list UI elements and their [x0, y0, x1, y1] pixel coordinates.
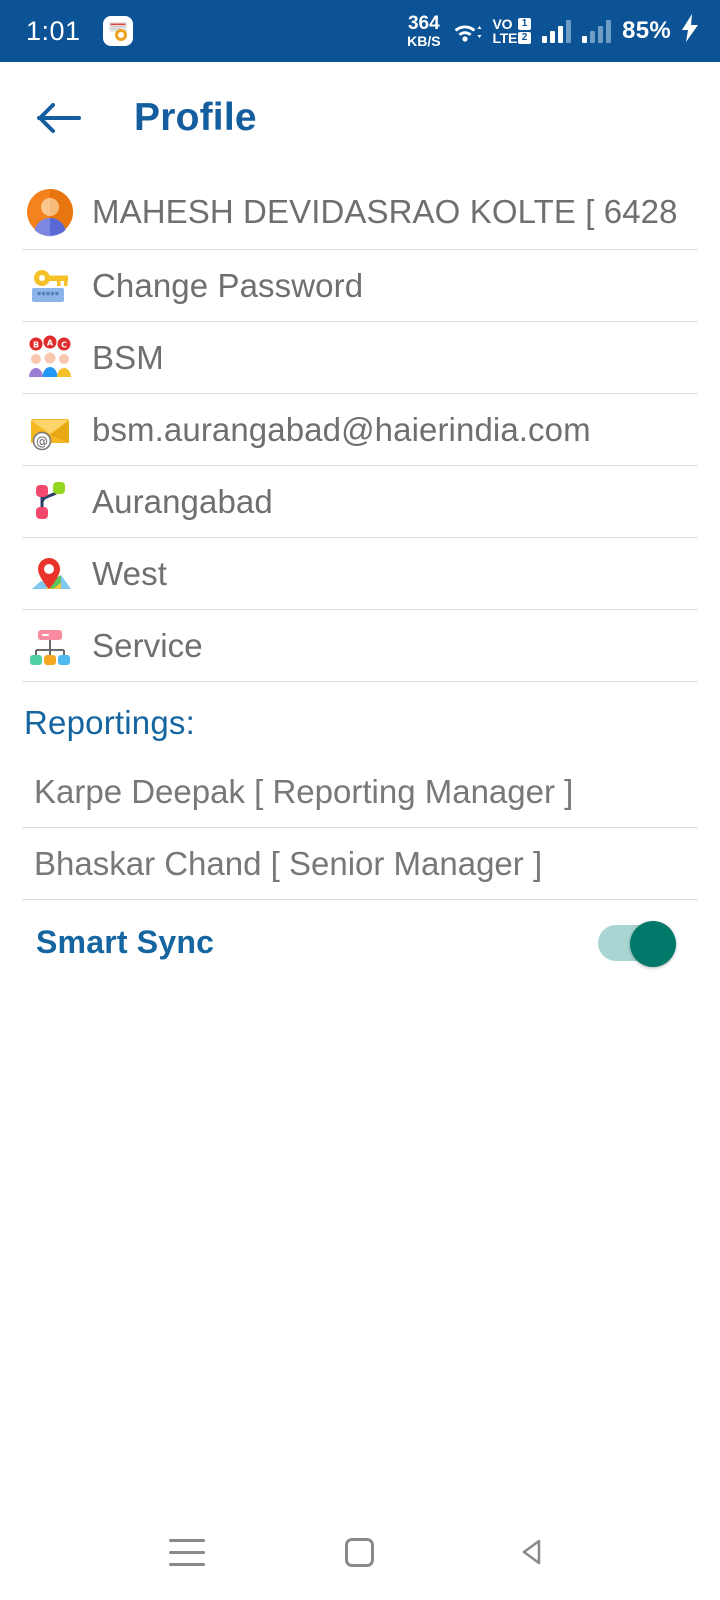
role-label: BSM — [92, 338, 164, 376]
reportings-heading: Reportings: — [24, 704, 195, 741]
senior-manager-value: Bhaskar Chand [ Senior Manager ] — [34, 844, 543, 882]
change-password-icon: ***** — [22, 258, 78, 314]
status-time: 1:01 — [26, 15, 81, 46]
department-label: Service — [92, 626, 203, 664]
email-value: bsm.aurangabad@haierindia.com — [92, 410, 591, 448]
profile-row-role[interactable]: B A C BSM — [22, 322, 698, 394]
volte-line-1: VO — [492, 16, 513, 32]
reporting-row-0[interactable]: Karpe Deepak [ Reporting Manager ] — [22, 756, 698, 828]
svg-text:B: B — [33, 340, 39, 349]
network-speed-value: 364 — [407, 13, 440, 35]
map-pin-icon — [22, 546, 78, 602]
profile-row-branch[interactable]: Aurangabad — [22, 466, 698, 538]
user-avatar-icon — [22, 184, 78, 240]
profile-row-department[interactable]: Service — [22, 610, 698, 682]
android-nav-bar — [0, 1504, 720, 1600]
volte-line-2: LTE — [492, 30, 518, 46]
signal-bars-icon-sim2 — [582, 19, 612, 43]
app-bar: Profile — [0, 62, 720, 174]
profile-name-value: MAHESH DEVIDASRAO KOLTE [ 6428 — [92, 192, 678, 230]
org-chart-icon — [22, 618, 78, 674]
status-bar: 1:01 364 KB/S VO LTE 1 2 85% — [0, 0, 720, 62]
branch-hierarchy-icon — [22, 474, 78, 530]
volte-sim1-badge: 1 — [518, 18, 532, 30]
smart-sync-toggle[interactable] — [598, 921, 676, 967]
smart-sync-row[interactable]: Smart Sync — [22, 900, 698, 984]
volte-sim2-badge: 2 — [518, 32, 532, 44]
toggle-thumb — [630, 921, 676, 967]
branch-label: Aurangabad — [92, 482, 273, 520]
change-password-label: Change Password — [92, 266, 364, 304]
status-indicators: 364 KB/S VO LTE 1 2 85% — [407, 13, 700, 49]
reporting-manager-value: Karpe Deepak [ Reporting Manager ] — [34, 772, 574, 810]
region-label: West — [92, 554, 167, 592]
back-triangle-icon[interactable] — [498, 1517, 568, 1587]
svg-text:@: @ — [36, 434, 48, 448]
app-notification-icon — [102, 16, 133, 46]
user-group-icon: B A C — [22, 330, 78, 386]
svg-text:C: C — [61, 340, 67, 349]
charging-bolt-icon — [680, 13, 700, 49]
network-speed-unit: KB/S — [407, 32, 441, 49]
profile-row-region[interactable]: West — [22, 538, 698, 610]
profile-row-change-password[interactable]: ***** Change Password — [22, 250, 698, 322]
back-arrow-icon[interactable] — [36, 95, 82, 141]
profile-row-name[interactable]: MAHESH DEVIDASRAO KOLTE [ 6428 — [22, 174, 698, 250]
battery-percentage: 85% — [622, 17, 671, 44]
profile-list: MAHESH DEVIDASRAO KOLTE [ 6428 ***** Cha… — [0, 174, 720, 682]
svg-text:*****: ***** — [37, 291, 60, 301]
wifi-icon — [452, 18, 482, 44]
signal-bars-icon-sim1 — [542, 19, 572, 43]
smart-sync-label: Smart Sync — [36, 923, 215, 960]
reporting-row-1[interactable]: Bhaskar Chand [ Senior Manager ] — [22, 828, 698, 900]
profile-row-email[interactable]: @ bsm.aurangabad@haierindia.com — [22, 394, 698, 466]
email-envelope-icon: @ — [22, 402, 78, 458]
home-square-icon[interactable] — [325, 1517, 395, 1587]
svg-text:A: A — [47, 338, 54, 347]
page-title: Profile — [134, 96, 257, 139]
network-speed-indicator: 364 KB/S — [407, 14, 440, 48]
volte-indicator: VO LTE 1 2 — [493, 17, 532, 45]
recents-menu-icon[interactable] — [152, 1517, 222, 1587]
